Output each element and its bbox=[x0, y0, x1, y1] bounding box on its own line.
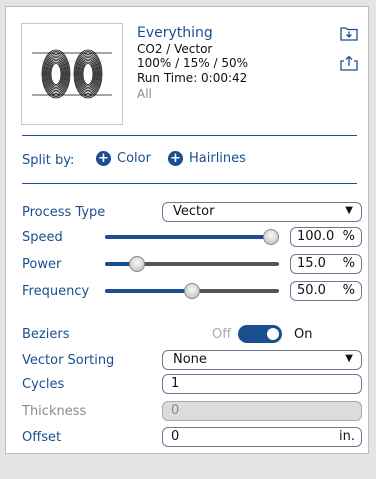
power-label: Power bbox=[22, 257, 62, 272]
cycles-value: 1 bbox=[171, 376, 180, 391]
beziers-toggle[interactable] bbox=[238, 325, 282, 343]
frequency-value: 50.0 bbox=[297, 283, 326, 298]
offset-unit: in. bbox=[339, 429, 355, 444]
offset-value: 0 bbox=[171, 429, 180, 444]
frequency-slider-knob[interactable] bbox=[184, 283, 200, 299]
vector-sorting-select[interactable]: None ▼ bbox=[162, 350, 362, 370]
offset-label: Offset bbox=[22, 430, 62, 445]
job-scope: All bbox=[137, 87, 152, 101]
divider bbox=[22, 183, 357, 184]
speed-unit: % bbox=[342, 229, 355, 244]
thickness-label: Thickness bbox=[22, 404, 87, 419]
folder-import-icon[interactable] bbox=[340, 25, 358, 41]
split-by-label: Split by: bbox=[22, 153, 75, 168]
speed-slider[interactable] bbox=[105, 229, 279, 245]
frequency-label: Frequency bbox=[22, 284, 90, 299]
frequency-unit: % bbox=[342, 283, 355, 298]
vector-sorting-label: Vector Sorting bbox=[22, 353, 115, 368]
job-laser-mode: CO2 / Vector bbox=[137, 41, 213, 56]
job-info: Everything CO2 / Vector 100% / 15% / 50%… bbox=[137, 26, 248, 102]
process-type-value: Vector bbox=[173, 204, 215, 219]
beziers-on-label: On bbox=[294, 327, 313, 342]
toggle-knob bbox=[267, 328, 279, 340]
beziers-label: Beziers bbox=[22, 327, 70, 342]
speed-value: 100.0 bbox=[297, 229, 335, 244]
job-settings-summary: 100% / 15% / 50% bbox=[137, 56, 248, 70]
process-type-select[interactable]: Vector ▼ bbox=[162, 202, 362, 222]
thickness-value: 0 bbox=[171, 403, 180, 418]
frequency-slider-fill bbox=[105, 289, 192, 293]
speed-slider-fill bbox=[105, 235, 271, 239]
speed-label: Speed bbox=[22, 230, 63, 245]
plus-circle-icon: + bbox=[168, 151, 183, 166]
triangle-down-icon: ▼ bbox=[345, 353, 353, 364]
cycles-input[interactable]: 1 bbox=[162, 374, 362, 394]
process-type-label: Process Type bbox=[22, 205, 106, 220]
plus-circle-icon: + bbox=[96, 151, 111, 166]
divider bbox=[22, 135, 357, 136]
beziers-off-label: Off bbox=[212, 327, 232, 342]
split-color-label: Color bbox=[117, 151, 151, 166]
offset-input[interactable]: 0 in. bbox=[162, 427, 362, 447]
speed-input[interactable]: 100.0 % bbox=[290, 227, 362, 247]
triangle-down-icon: ▼ bbox=[345, 205, 353, 216]
split-by-hairlines-button[interactable]: + Hairlines bbox=[168, 151, 246, 166]
vector-sorting-value: None bbox=[173, 352, 207, 367]
thickness-input: 0 bbox=[162, 401, 362, 421]
frequency-slider[interactable] bbox=[105, 283, 279, 299]
split-hairlines-label: Hairlines bbox=[189, 151, 246, 166]
power-input[interactable]: 15.0 % bbox=[290, 254, 362, 274]
power-unit: % bbox=[342, 256, 355, 271]
cycles-label: Cycles bbox=[22, 377, 65, 392]
power-value: 15.0 bbox=[297, 256, 326, 271]
job-settings-panel: Everything CO2 / Vector 100% / 15% / 50%… bbox=[5, 6, 369, 454]
speed-slider-knob[interactable] bbox=[263, 229, 279, 245]
job-title[interactable]: Everything bbox=[137, 26, 248, 41]
power-slider-knob[interactable] bbox=[128, 256, 145, 272]
job-run-time: Run Time: 0:00:42 bbox=[137, 70, 248, 85]
spiral-preview-icon bbox=[32, 49, 112, 99]
export-icon[interactable] bbox=[340, 55, 358, 71]
frequency-input[interactable]: 50.0 % bbox=[290, 281, 362, 301]
power-slider[interactable] bbox=[105, 256, 279, 272]
job-thumbnail bbox=[21, 23, 123, 125]
split-by-color-button[interactable]: + Color bbox=[96, 151, 151, 166]
